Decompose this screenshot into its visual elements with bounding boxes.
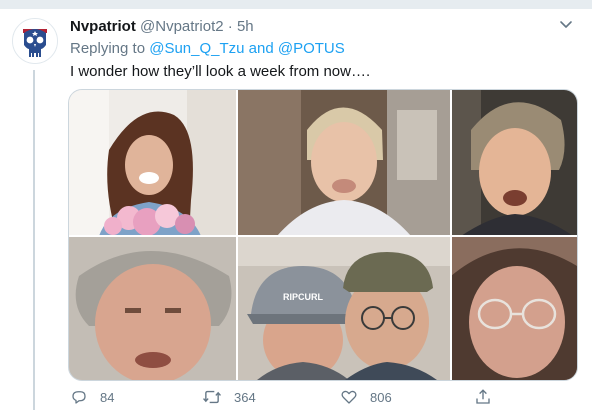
- replying-to-line: Replying to @Sun_Q_Tzu and @POTUS: [70, 39, 345, 59]
- replying-prefix: Replying to: [70, 40, 146, 57]
- user-handle[interactable]: @Nvpatriot2: [140, 18, 224, 35]
- chevron-down-icon: [560, 21, 572, 28]
- retweet-button[interactable]: 364: [202, 386, 256, 408]
- timeline-divider: [0, 0, 592, 9]
- tweet-text: I wonder how they’ll look a week from no…: [70, 63, 371, 80]
- tweet-card[interactable]: Nvpatriot @Nvpatriot2 · 5h Replying to @…: [0, 0, 592, 410]
- share-icon: [476, 389, 490, 404]
- video-tile-2: [237, 90, 451, 236]
- like-count: 806: [370, 389, 392, 405]
- video-tile-3: [451, 90, 577, 236]
- like-icon: [341, 390, 357, 404]
- retweet-count: 364: [234, 389, 256, 405]
- media-grid-divider: [69, 235, 577, 237]
- cap-logo-text: RIPCURL: [283, 292, 324, 302]
- tweet-action-bar: 84 364 806: [70, 386, 510, 408]
- mention-link[interactable]: @Sun_Q_Tzu: [149, 40, 244, 57]
- reply-button[interactable]: 84: [70, 386, 114, 408]
- like-button[interactable]: 806: [340, 386, 392, 408]
- video-tile-4: [69, 236, 237, 380]
- retweet-icon: [203, 390, 221, 404]
- video-tile-1: [69, 90, 237, 236]
- reply-count: 84: [100, 389, 115, 405]
- video-tile-5: RIPCURL: [237, 236, 451, 380]
- separator-dot: ·: [227, 18, 233, 35]
- tweet-header: Nvpatriot @Nvpatriot2 · 5h: [70, 17, 254, 37]
- skull-avatar-icon: [13, 19, 57, 63]
- more-options-button[interactable]: [558, 16, 574, 32]
- media-image[interactable]: RIPCURL: [68, 89, 578, 381]
- video-tile-6: [451, 236, 577, 380]
- mention-link[interactable]: @POTUS: [278, 40, 345, 57]
- thread-connector-line: [33, 70, 35, 410]
- avatar[interactable]: [12, 18, 58, 64]
- timestamp[interactable]: 5h: [237, 18, 254, 35]
- display-name[interactable]: Nvpatriot: [70, 18, 136, 35]
- mention-conjunction[interactable]: and: [249, 40, 274, 57]
- reply-icon: [72, 391, 86, 404]
- share-button[interactable]: [474, 386, 504, 408]
